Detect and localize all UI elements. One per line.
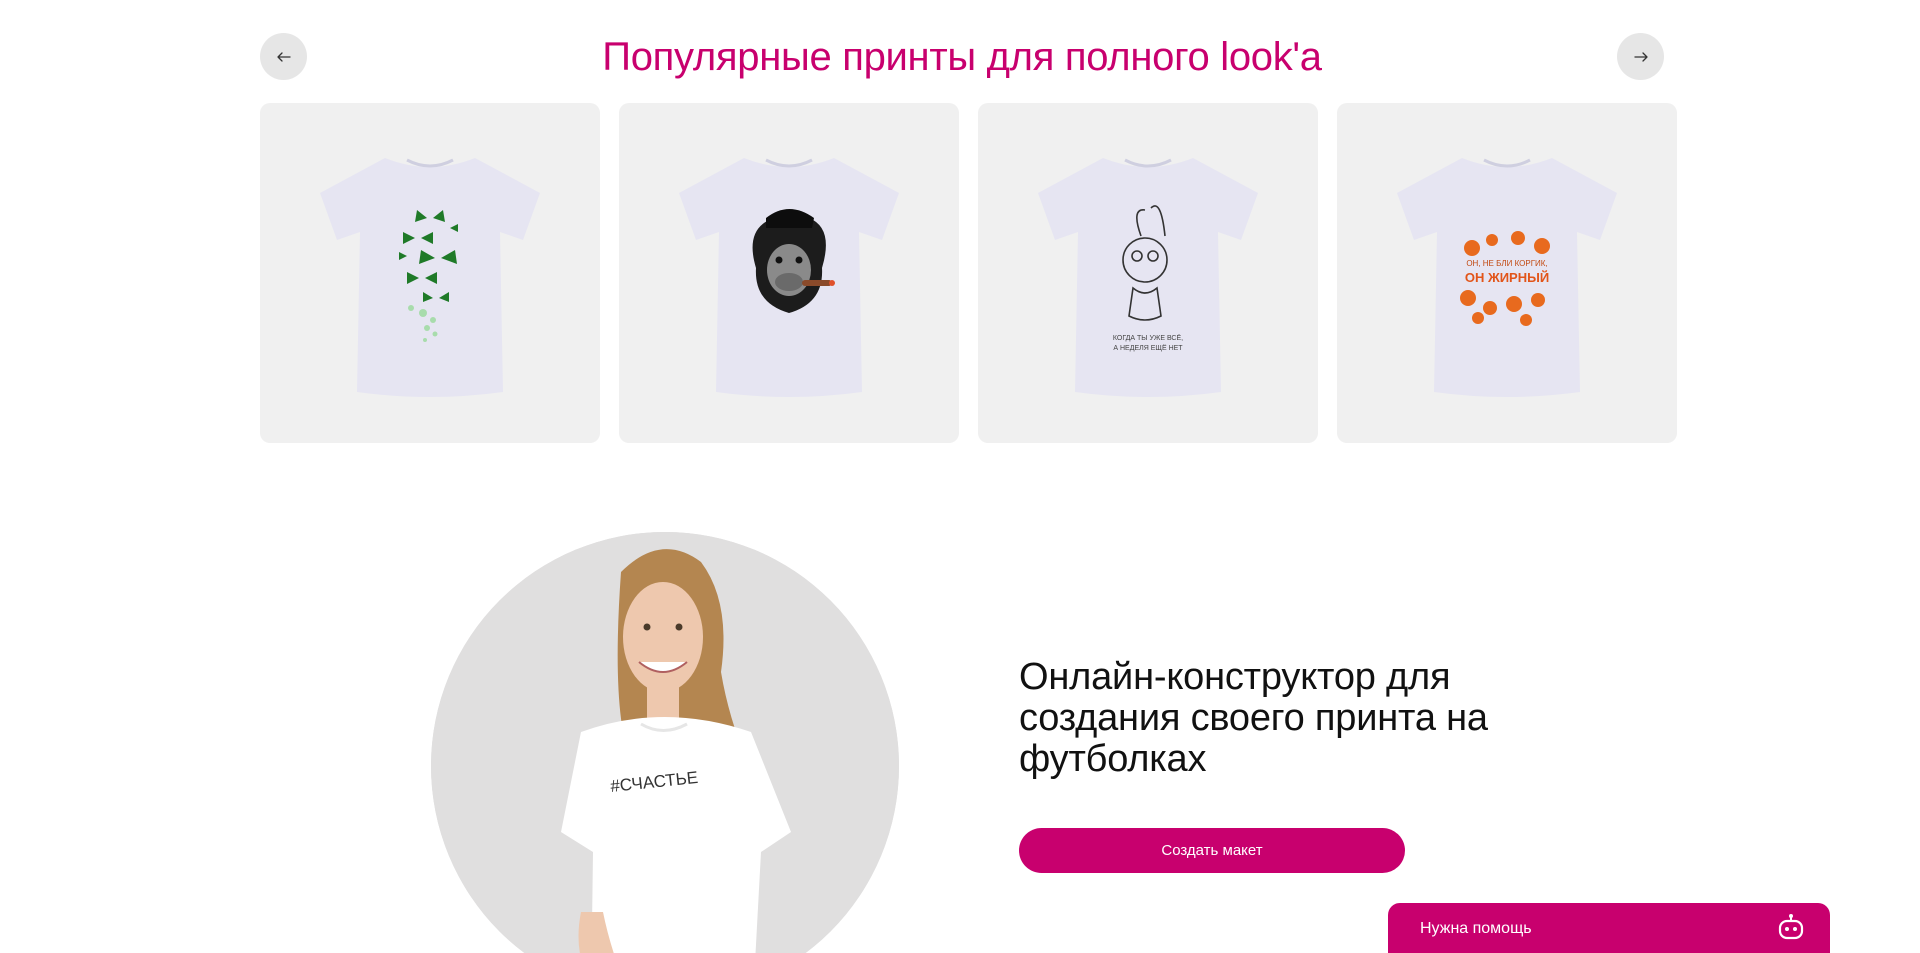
product-carousel: КОГДА ТЫ УЖЕ ВСЁ, А НЕДЕЛЯ ЕЩЁ НЕТ ОН, Н… (260, 103, 1686, 443)
tshirt-butterflies-image (320, 158, 540, 397)
model-photo: #СЧАСТЬЕ (431, 532, 899, 953)
create-layout-button[interactable]: Создать макет (1019, 828, 1405, 873)
product-card[interactable] (260, 103, 600, 443)
tshirt-hare-image: КОГДА ТЫ УЖЕ ВСЁ, А НЕДЕЛЯ ЕЩЁ НЕТ (1038, 158, 1258, 397)
arrow-right-icon (1633, 51, 1648, 62)
carousel-title: Популярные принты для полного look'a (602, 35, 1322, 79)
help-label: Нужна помощь (1420, 920, 1532, 937)
hare-caption-line2: А НЕДЕЛЯ ЕЩЁ НЕТ (1113, 344, 1183, 352)
carousel-header: Популярные принты для полного look'a (260, 33, 1664, 81)
tshirt-monkey-image (679, 158, 899, 397)
product-card[interactable]: КОГДА ТЫ УЖЕ ВСЁ, А НЕДЕЛЯ ЕЩЁ НЕТ (978, 103, 1318, 443)
foxes-caption-line2: ОН ЖИРНЫЙ (1465, 270, 1549, 285)
hare-caption-line1: КОГДА ТЫ УЖЕ ВСЁ, (1113, 334, 1183, 342)
carousel-next-button[interactable] (1617, 33, 1664, 80)
tshirt-foxes-image: ОН, НЕ БЛИ КОРГИК, ОН ЖИРНЫЙ (1397, 158, 1617, 397)
product-card[interactable]: ОН, НЕ БЛИ КОРГИК, ОН ЖИРНЫЙ (1337, 103, 1677, 443)
help-widget[interactable]: Нужна помощь (1388, 903, 1830, 953)
promo-title: Онлайн-конструктор для создания своего п… (1019, 656, 1488, 780)
woman-in-tshirt-image: #СЧАСТЬЕ (431, 532, 899, 953)
product-card[interactable] (619, 103, 959, 443)
robot-icon (1778, 914, 1804, 940)
foxes-caption-line1: ОН, НЕ БЛИ КОРГИК, (1466, 259, 1547, 268)
